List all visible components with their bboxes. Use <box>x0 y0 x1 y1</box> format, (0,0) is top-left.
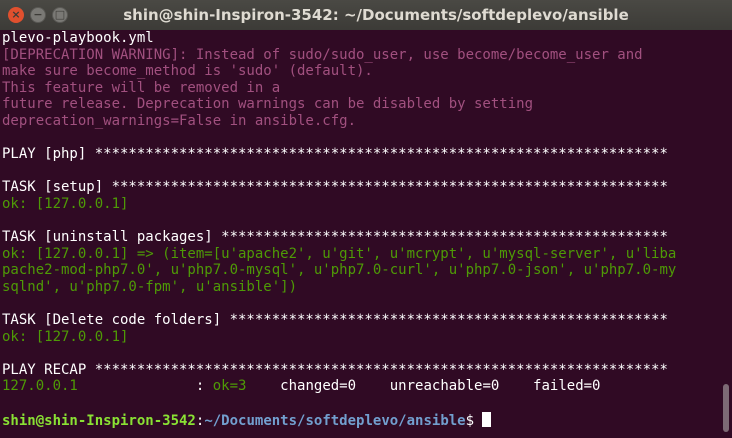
recap-host: 127.0.0.1 <box>2 378 78 395</box>
maximize-icon: □ <box>54 8 66 21</box>
minimize-icon: − <box>33 8 43 21</box>
window-title: shin@shin-Inspiron-3542: ~/Documents/sof… <box>123 6 629 24</box>
prompt-path: ~/Documents/softdeplevo/ansible <box>204 412 466 429</box>
output-line: PLAY [php] *****************************… <box>2 146 668 163</box>
recap-ok: ok=3 <box>212 378 247 395</box>
prompt-user-host: shin@shin-Inspiron-3542 <box>2 412 196 429</box>
output-line: ok: [127.0.0.1] <box>2 195 129 212</box>
output-line: TASK [uninstall packages] **************… <box>2 229 668 246</box>
output-line: plevo-playbook.yml <box>2 30 154 46</box>
output-line: [DEPRECATION WARNING]: Instead of sudo/s… <box>2 46 643 63</box>
recap-unreachable: unreachable=0 <box>389 378 500 395</box>
recap-gap <box>78 378 196 394</box>
recap-gap <box>246 378 280 394</box>
minimize-button[interactable]: − <box>30 7 46 23</box>
output-line: PLAY RECAP *****************************… <box>2 361 668 378</box>
output-line: TASK [Delete code folders] *************… <box>2 312 668 329</box>
recap-failed: failed=0 <box>533 378 601 395</box>
recap-line: 127.0.0.1 : ok=3 changed=0 unreachable=0… <box>2 378 718 395</box>
output-line: ok: [127.0.0.1] <box>2 328 129 345</box>
prompt-line[interactable]: shin@shin-Inspiron-3542:~/Documents/soft… <box>2 411 718 429</box>
scrollbar-thumb[interactable] <box>723 384 729 432</box>
output-line: pache2-mod-php7.0', u'php7.0-mysql', u'p… <box>2 262 677 279</box>
output-line: deprecation_warnings=False in ansible.cf… <box>2 112 357 129</box>
output-line: sqlnd', u'php7.0-fpm', u'ansible']) <box>2 278 298 295</box>
maximize-button[interactable]: □ <box>52 7 68 23</box>
prompt-symbol: $ <box>465 412 483 429</box>
recap-changed: changed=0 <box>280 378 357 395</box>
output-line: make sure become_method is 'sudo' (defau… <box>2 63 373 80</box>
output-line: TASK [setup] ***************************… <box>2 179 668 196</box>
recap-gap <box>356 378 390 394</box>
title-bar[interactable]: × − □ shin@shin-Inspiron-3542: ~/Documen… <box>0 0 732 30</box>
scrollbar[interactable] <box>720 30 732 438</box>
terminal-window: × − □ shin@shin-Inspiron-3542: ~/Documen… <box>0 0 732 438</box>
window-controls: × − □ <box>0 7 68 23</box>
output-line: future release. Deprecation warnings can… <box>2 96 534 113</box>
output-line: ok: [127.0.0.1] => (item=[u'apache2', u'… <box>2 245 677 262</box>
output-line: This feature will be removed in a <box>2 79 281 96</box>
close-icon: × <box>11 8 21 21</box>
terminal-output[interactable]: plevo-playbook.yml [DEPRECATION WARNING]:… <box>0 30 720 438</box>
close-button[interactable]: × <box>8 7 24 23</box>
text-cursor[interactable] <box>482 411 492 427</box>
recap-separator: : <box>195 378 213 395</box>
recap-gap <box>499 378 533 394</box>
